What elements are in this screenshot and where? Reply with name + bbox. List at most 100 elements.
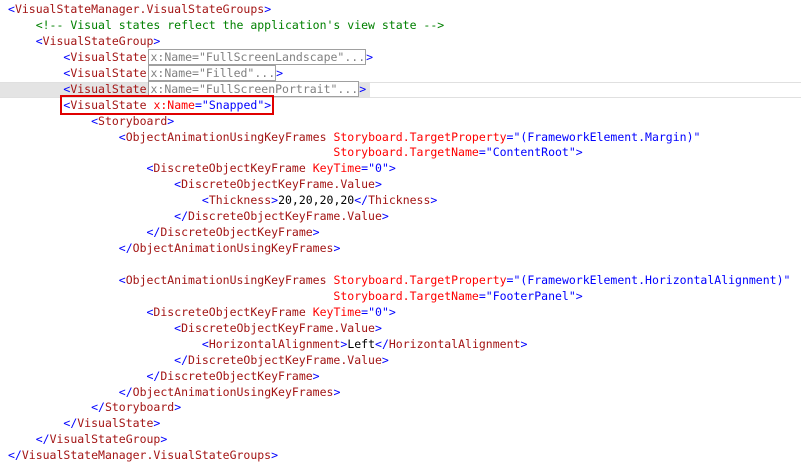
text — [8, 353, 174, 367]
punctuation: > — [381, 209, 389, 224]
punctuation: < — [118, 129, 126, 144]
punctuation: =" — [506, 129, 521, 144]
punctuation: > — [153, 416, 161, 431]
code-line[interactable]: </DiscreteObjectKeyFrame.Value> — [0, 353, 801, 369]
punctuation: > — [520, 336, 528, 351]
code-line[interactable]: </ObjectAnimationUsingKeyFrames> — [0, 241, 801, 257]
comment: <!-- Visual states reflect the applicati… — [35, 17, 445, 32]
punctuation: =" — [194, 97, 209, 112]
attribute-value: FooterPanel — [492, 288, 569, 303]
punctuation: > — [333, 241, 341, 256]
punctuation: < — [8, 2, 15, 16]
punctuation: > — [359, 81, 367, 96]
code-line[interactable]: <DiscreteObjectKeyFrame KeyTime="0"> — [0, 161, 801, 177]
element-name: Storyboard — [98, 113, 168, 128]
punctuation: > — [374, 320, 382, 335]
code-line[interactable]: <DiscreteObjectKeyFrame.Value> — [0, 177, 801, 193]
code-line[interactable]: <ObjectAnimationUsingKeyFrames Storyboar… — [0, 273, 801, 289]
punctuation: > — [264, 2, 272, 16]
punctuation: </ — [8, 448, 22, 463]
code-line[interactable]: Storyboard.TargetName="ContentRoot"> — [0, 145, 801, 161]
attribute-name: KeyTime — [312, 161, 362, 176]
text — [306, 305, 313, 319]
code-line[interactable]: </ObjectAnimationUsingKeyFrames> — [0, 385, 801, 401]
code-line[interactable]: <Thickness>20,20,20,20</Thickness> — [0, 193, 801, 209]
element-name: DiscreteObjectKeyFrame — [153, 304, 306, 319]
punctuation: < — [118, 272, 126, 287]
code-line[interactable]: <VisualState x:Name="Filled"...> — [0, 64, 801, 82]
text — [8, 225, 146, 239]
code-line[interactable] — [0, 257, 801, 273]
code-line[interactable]: <VisualState x:Name="Snapped"> — [0, 94, 801, 115]
code-line[interactable]: </Storyboard> — [0, 400, 801, 416]
code-line[interactable]: <DiscreteObjectKeyFrame KeyTime="0"> — [0, 305, 801, 321]
punctuation: > — [374, 177, 382, 192]
element-name: DiscreteObjectKeyFrame.Value — [188, 352, 382, 367]
element-name: VisualState — [70, 97, 147, 112]
collapsed-region[interactable]: x:Name="FullScreenPortrait"... — [147, 80, 360, 97]
element-name: HorizontalAlignment — [208, 336, 341, 351]
attribute-name: Storyboard.TargetProperty — [333, 272, 507, 287]
text — [8, 305, 146, 319]
element-name: DiscreteObjectKeyFrame — [160, 368, 313, 383]
punctuation: "> — [568, 145, 583, 160]
punctuation: </ — [354, 193, 369, 208]
text — [8, 50, 63, 64]
element-name: HorizontalAlignment — [388, 336, 521, 351]
punctuation: "> — [257, 97, 272, 112]
code-line[interactable]: Storyboard.TargetName="FooterPanel"> — [0, 289, 801, 305]
punctuation: </ — [146, 368, 161, 383]
element-name: VisualStateGroup — [49, 432, 161, 447]
code-line[interactable]: <HorizontalAlignment>Left</HorizontalAli… — [0, 337, 801, 353]
text — [8, 82, 63, 96]
punctuation: </ — [118, 241, 133, 256]
element-name: Storyboard — [104, 400, 175, 415]
punctuation: </ — [146, 225, 161, 240]
element-name: DiscreteObjectKeyFrame.Value — [188, 209, 382, 224]
code-line[interactable]: <!-- Visual states reflect the applicati… — [0, 18, 801, 34]
element-name: VisualStateGroup — [42, 33, 154, 48]
text: 20,20,20,20 — [278, 193, 355, 208]
punctuation: "> — [381, 161, 396, 176]
collapsed-region[interactable]: x:Name="FullScreenLandscape"... — [147, 48, 367, 65]
text — [8, 177, 174, 191]
code-line[interactable]: <VisualStateGroup> — [0, 34, 801, 50]
code-line[interactable]: </VisualStateManager.VisualStateGroups> — [0, 448, 801, 464]
text: Left — [347, 336, 376, 351]
punctuation: =" — [478, 288, 493, 303]
code-line[interactable]: <VisualStateManager.VisualStateGroups> — [0, 2, 801, 18]
code-line[interactable]: <VisualState x:Name="FullScreenLandscape"… — [0, 48, 801, 66]
text — [8, 432, 36, 446]
text — [8, 400, 91, 414]
code-line[interactable]: <ObjectAnimationUsingKeyFrames Storyboar… — [0, 130, 801, 146]
text — [8, 66, 63, 80]
attribute-name: Storyboard.TargetProperty — [333, 129, 507, 144]
code-line[interactable]: <Storyboard> — [0, 114, 801, 130]
code-line[interactable]: </VisualStateGroup> — [0, 432, 801, 448]
text — [8, 114, 91, 128]
punctuation: > — [312, 368, 320, 383]
text — [8, 34, 36, 48]
collapsed-region[interactable]: x:Name="Filled"... — [147, 64, 277, 81]
text — [8, 416, 63, 430]
element-name: DiscreteObjectKeyFrame.Value — [181, 320, 375, 335]
text — [8, 145, 333, 159]
punctuation: > — [333, 384, 341, 399]
code-line[interactable]: </DiscreteObjectKeyFrame.Value> — [0, 209, 801, 225]
text — [8, 18, 36, 32]
element-name: ObjectAnimationUsingKeyFrames — [125, 129, 327, 144]
text — [8, 321, 174, 335]
code-line[interactable]: </VisualState> — [0, 416, 801, 432]
text — [8, 98, 63, 112]
code-line[interactable]: <DiscreteObjectKeyFrame.Value> — [0, 321, 801, 337]
xaml-code-editor[interactable]: <VisualStateManager.VisualStateGroups> <… — [0, 2, 801, 464]
attribute-name: KeyTime — [312, 304, 362, 319]
text — [8, 241, 119, 255]
code-line[interactable]: </DiscreteObjectKeyFrame> — [0, 225, 801, 241]
element-name: ObjectAnimationUsingKeyFrames — [125, 272, 327, 287]
text — [8, 209, 174, 223]
element-name: VisualState — [70, 49, 147, 64]
code-line[interactable]: <VisualState x:Name="FullScreenPortrait".… — [0, 80, 801, 98]
punctuation: </ — [63, 416, 78, 431]
code-line[interactable]: </DiscreteObjectKeyFrame> — [0, 369, 801, 385]
